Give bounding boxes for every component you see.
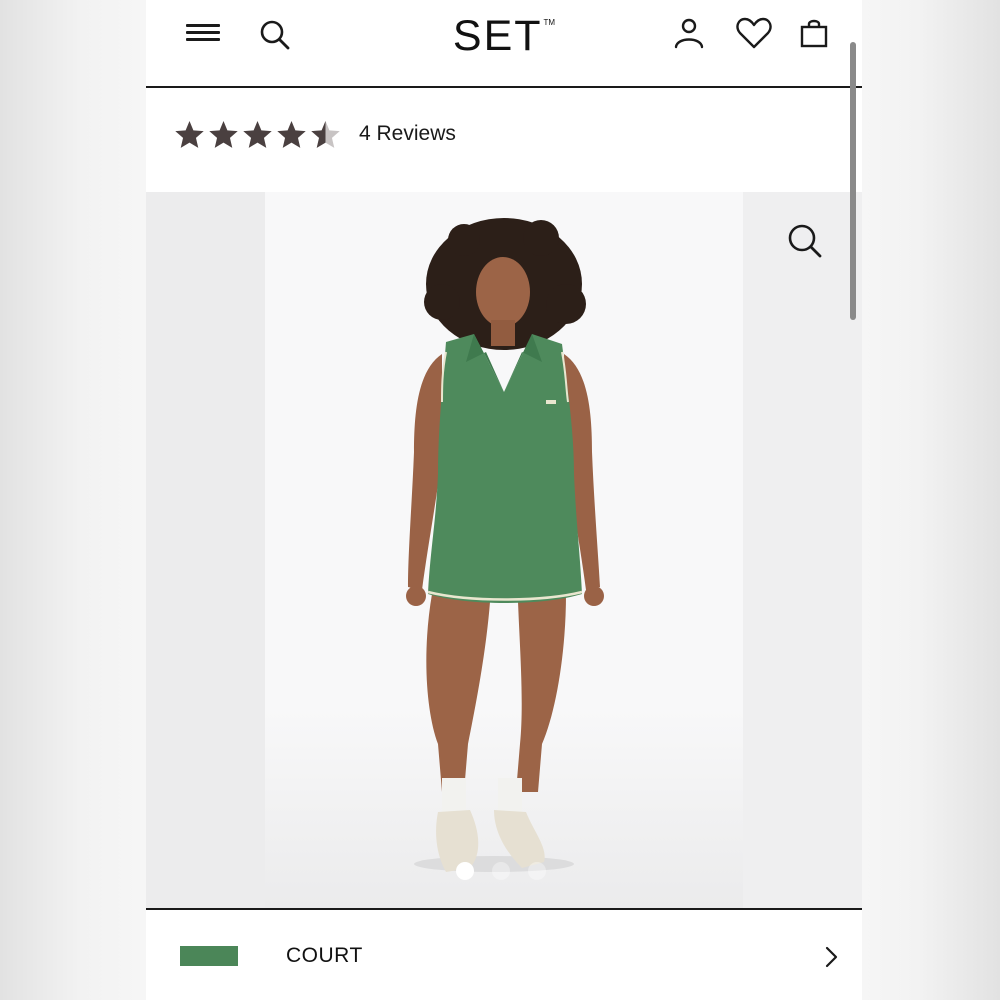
zoom-icon[interactable]: [786, 222, 824, 265]
shopping-bag-icon[interactable]: [798, 16, 830, 50]
chevron-right-icon: [824, 946, 840, 973]
half-star-icon: [311, 120, 340, 148]
top-nav-bar: SETTM: [146, 0, 862, 88]
page-scrollbar[interactable]: [850, 42, 856, 320]
star-icon: [209, 120, 238, 148]
brand-trademark: TM: [543, 18, 556, 27]
app-screen: SETTM 4 Reviews COURT: [146, 0, 862, 1000]
carousel-pagination: [456, 862, 546, 880]
product-image-gallery[interactable]: [146, 192, 862, 908]
star-icon: [175, 120, 204, 148]
star-icon: [243, 120, 272, 148]
account-icon[interactable]: [672, 16, 706, 50]
star-rating: [174, 119, 341, 150]
brand-name: SET: [452, 12, 543, 60]
reviews-count-link[interactable]: 4 Reviews: [359, 122, 456, 146]
color-selector-row[interactable]: COURT: [146, 908, 862, 1000]
star-icon: [277, 120, 306, 148]
carousel-dot[interactable]: [492, 862, 510, 880]
carousel-dot[interactable]: [528, 862, 546, 880]
carousel-dot[interactable]: [456, 862, 474, 880]
model-figure: [406, 218, 604, 872]
wishlist-heart-icon[interactable]: [735, 16, 773, 50]
color-name: COURT: [286, 944, 363, 967]
color-swatch: [180, 946, 238, 966]
rating-summary[interactable]: 4 Reviews: [174, 112, 456, 156]
